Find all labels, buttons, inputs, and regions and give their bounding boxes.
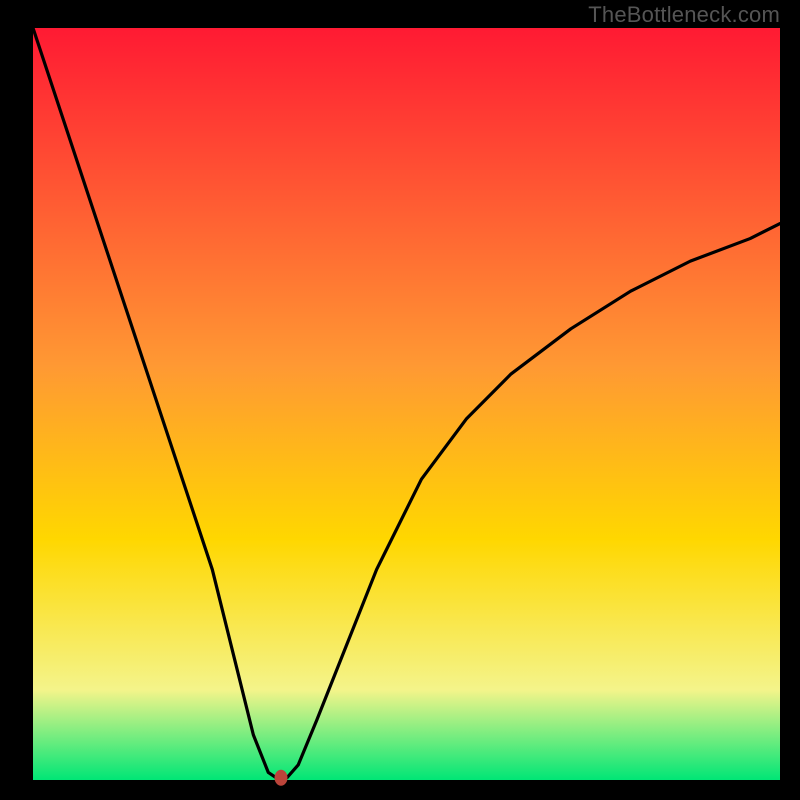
watermark-text: TheBottleneck.com xyxy=(588,2,780,28)
chart-frame: TheBottleneck.com xyxy=(0,0,800,800)
chart-canvas xyxy=(0,0,800,800)
optimum-marker xyxy=(275,770,288,786)
plot-background xyxy=(33,28,780,780)
